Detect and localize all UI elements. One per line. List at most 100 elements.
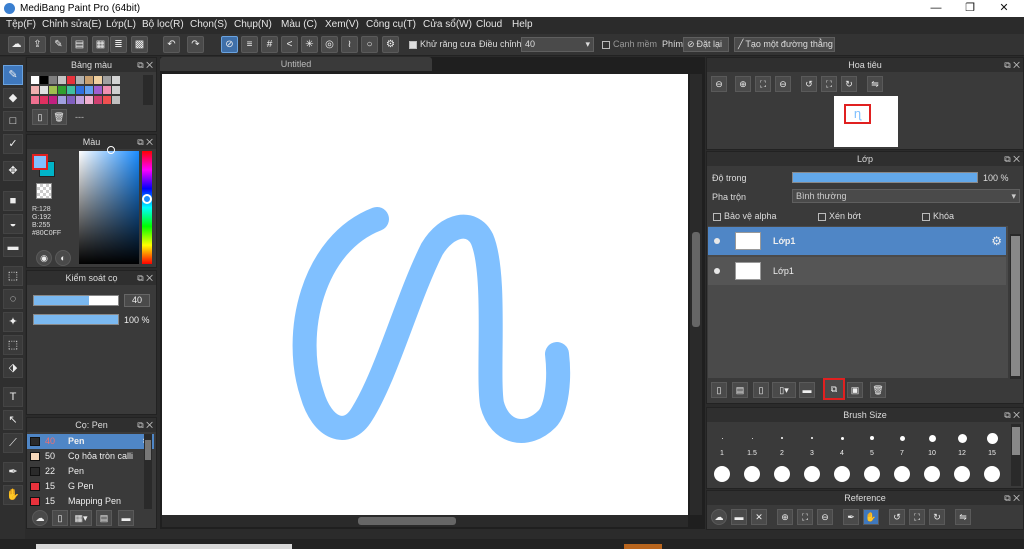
layer-settings-icon[interactable]: ⚙ [991, 234, 1002, 248]
brush-size-dot-large[interactable] [984, 466, 1000, 482]
menu-select[interactable]: Chọn(S) [190, 19, 227, 30]
brush-item[interactable]: 15 G Pen [27, 479, 154, 494]
palette-swatch[interactable] [67, 86, 75, 94]
brush-size-dot-large[interactable] [804, 466, 820, 482]
correction-select[interactable]: 40 ▾ [521, 37, 594, 52]
ref-zoom-in-icon[interactable]: ⊕ [777, 509, 793, 525]
brush-size-dot-large[interactable] [774, 466, 790, 482]
canvas-vertical-scrollbar[interactable] [690, 74, 702, 515]
close-button[interactable]: ✕ [988, 0, 1020, 17]
new-brush-icon[interactable]: ▯ [52, 510, 68, 526]
text-tool-icon[interactable]: T [3, 387, 23, 407]
navigator-preview[interactable]: ɳ [834, 96, 898, 147]
brush-size-dot[interactable] [811, 437, 813, 439]
panel-controls-icon[interactable]: ⧉ ✕ [137, 58, 153, 72]
blend-mode-select[interactable]: Bình thường ▾ [792, 189, 1020, 203]
palette-swatch[interactable] [67, 96, 75, 104]
panel-controls-icon[interactable]: ⧉ ✕ [137, 271, 153, 285]
layer-row[interactable]: Lớp1 [708, 257, 1006, 285]
hand-tool-icon[interactable]: ✋ [3, 485, 23, 505]
color-picker-cursor[interactable] [107, 146, 115, 154]
fit-icon[interactable]: ⛶ [755, 76, 771, 92]
zoom-out-icon[interactable]: ⊖ [711, 76, 727, 92]
palette-swatch[interactable] [85, 76, 93, 84]
operation-tool-icon[interactable]: ↖ [3, 410, 23, 430]
ref-rotate-left-icon[interactable]: ↺ [889, 509, 905, 525]
add-brush-icon[interactable]: ▦▾ [70, 510, 92, 526]
cloud-brush-icon[interactable]: ☁ [32, 510, 48, 526]
brush-size-dot[interactable] [751, 437, 753, 439]
delete-layer-icon[interactable]: 🗑 [870, 382, 886, 398]
panel-controls-icon[interactable]: ⧉ ✕ [137, 418, 153, 432]
new-halftone-layer-icon[interactable]: ▤ [732, 382, 748, 398]
straight-line-button[interactable]: ╱ Tạo một đường thẳng [734, 37, 835, 52]
dot-tool-icon[interactable]: □ [3, 111, 23, 131]
palette-swatch[interactable] [31, 96, 39, 104]
menu-file[interactable]: Tệp(F) [6, 19, 36, 30]
select-pen-tool-icon[interactable]: ⬚ [3, 335, 23, 355]
brush-size-dot-large[interactable] [744, 466, 760, 482]
layer-folder-icon[interactable]: ▬ [799, 382, 815, 398]
panel-controls-icon[interactable]: ⧉ ✕ [1004, 491, 1020, 505]
antialias-checkbox[interactable]: Khử răng cưa [409, 39, 476, 49]
color-wheel-icon[interactable]: ◉ [36, 250, 52, 266]
palette-swatch[interactable] [31, 76, 39, 84]
panel-controls-icon[interactable]: ⧉ ✕ [1004, 58, 1020, 72]
rotate-left-icon[interactable]: ↺ [801, 76, 817, 92]
palette-swatch[interactable] [49, 86, 57, 94]
palette-swatch[interactable] [40, 96, 48, 104]
brush-size-dot-large[interactable] [924, 466, 940, 482]
menu-capture[interactable]: Chụp(N) [234, 19, 272, 30]
gradient-tool-icon[interactable]: ▬ [3, 237, 23, 257]
lasso-tool-icon[interactable]: ◌ [3, 289, 23, 309]
palette-swatch[interactable] [94, 76, 102, 84]
ref-hand-icon[interactable]: ✋ [863, 509, 879, 525]
ref-fit-icon[interactable]: ⛶ [797, 509, 813, 525]
menu-view[interactable]: Xem(V) [325, 19, 359, 30]
share-icon[interactable]: ⇪ [29, 36, 46, 53]
menu-tools[interactable]: Công cụ(T) [366, 19, 416, 30]
ellipse-snap-icon[interactable]: ○ [361, 36, 378, 53]
rotate-right-icon[interactable]: ↻ [841, 76, 857, 92]
menu-window[interactable]: Cửa sổ(W) [423, 19, 472, 30]
canvas-horizontal-scrollbar[interactable] [162, 515, 688, 527]
brush-opacity-slider[interactable] [33, 314, 119, 325]
color-settings-icon[interactable]: ◐ [55, 250, 71, 266]
select-tool-icon[interactable]: ⬚ [3, 266, 23, 286]
open-reference-icon[interactable]: ▬ [731, 509, 747, 525]
visibility-icon[interactable] [714, 238, 720, 244]
palette-scrollbar[interactable] [143, 75, 153, 105]
palette-swatch[interactable] [103, 76, 111, 84]
brush-folder-icon[interactable]: ▬ [118, 510, 134, 526]
brush-size-dot[interactable] [986, 432, 998, 444]
reset-button[interactable]: ⊘ Đặt lại [683, 37, 729, 52]
clipping-checkbox[interactable]: Xén bớt [818, 211, 861, 221]
maximize-button[interactable]: ❐ [954, 0, 986, 17]
layer-scrollbar[interactable] [1010, 234, 1021, 379]
palette-swatch[interactable] [58, 86, 66, 94]
new-palette-icon[interactable]: ▯ [32, 109, 48, 125]
menu-cloud[interactable]: Cloud [476, 19, 502, 30]
palette-swatch[interactable] [67, 76, 75, 84]
saturation-value-picker[interactable] [79, 151, 139, 264]
palette-swatch[interactable] [49, 76, 57, 84]
menu-color[interactable]: Màu (C) [281, 19, 317, 30]
zoom-in-icon[interactable]: ⊕ [735, 76, 751, 92]
snap-off-icon[interactable]: ⊘ [221, 36, 238, 53]
panel-controls-icon[interactable]: ⧉ ✕ [1004, 408, 1020, 422]
palette-swatch[interactable] [94, 96, 102, 104]
brush-size-dot[interactable] [721, 437, 723, 439]
flip-icon[interactable]: ⇋ [867, 76, 883, 92]
brush-size-slider[interactable] [33, 295, 119, 306]
page-icon[interactable]: ▤ [71, 36, 88, 53]
primary-color-swatch[interactable] [32, 154, 48, 170]
palette-swatch[interactable] [76, 96, 84, 104]
palette-swatch[interactable] [76, 76, 84, 84]
palette-swatch[interactable] [94, 86, 102, 94]
duplicate-layer-icon[interactable]: ⧉ [823, 378, 845, 400]
select-eraser-tool-icon[interactable]: ⬗ [3, 358, 23, 378]
brush-size-dot[interactable] [928, 434, 936, 442]
palette-swatch[interactable] [85, 86, 93, 94]
protect-alpha-checkbox[interactable]: Bảo vệ alpha [713, 211, 777, 221]
zoom-reset-icon[interactable]: ⊖ [775, 76, 791, 92]
